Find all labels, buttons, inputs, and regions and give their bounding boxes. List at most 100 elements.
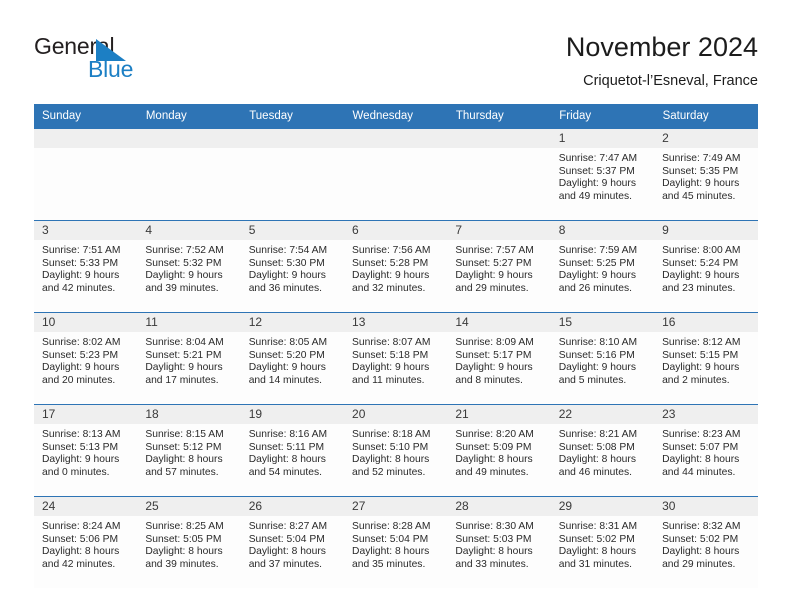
calendar-day-cell[interactable]: 19 Sunrise: 8:16 AM Sunset: 5:11 PM Dayligh… <box>240 404 345 497</box>
day-number: 25 <box>137 497 241 516</box>
daylight-text: Daylight: 8 hours <box>248 546 326 558</box>
daylight-text: Daylight: 8 hours <box>352 546 430 558</box>
calendar-day-cell[interactable]: 26 Sunrise: 8:27 AM Sunset: 5:04 PM Dayligh… <box>240 496 345 588</box>
day-cell-inner <box>344 129 448 220</box>
calendar-day-cell[interactable]: 6 Sunrise: 7:56 AM Sunset: 5:28 PM Daylight… <box>344 220 448 313</box>
day-number: 14 <box>447 313 551 332</box>
day-sun-info: Sunrise: 7:57 AM Sunset: 5:27 PM Daylight:… <box>447 240 550 295</box>
sunset-text: Sunset: 5:11 PM <box>248 441 325 453</box>
sunrise-text: Sunrise: 8:07 AM <box>352 337 431 348</box>
daylight-text: and 29 minutes. <box>455 282 529 294</box>
general-blue-logo[interactable]: General Blue <box>34 33 164 85</box>
daylight-text: Daylight: 9 hours <box>42 362 120 374</box>
day-number: 16 <box>654 313 758 332</box>
calendar-week-row: 3 Sunrise: 7:51 AM Sunset: 5:33 PM Daylight… <box>34 220 758 313</box>
day-sun-info: Sunrise: 7:59 AM Sunset: 5:25 PM Daylight:… <box>551 240 654 295</box>
day-sun-info: Sunrise: 7:54 AM Sunset: 5:30 PM Daylight:… <box>241 240 344 295</box>
sunrise-text: Sunrise: 8:15 AM <box>145 429 224 440</box>
day-cell-inner: 8 Sunrise: 7:59 AM Sunset: 5:25 PM Daylight… <box>550 221 655 312</box>
day-cell-inner: 24 Sunrise: 8:24 AM Sunset: 5:06 PM Dayligh… <box>34 497 138 588</box>
daylight-text: Daylight: 9 hours <box>145 362 223 374</box>
calendar-day-cell[interactable]: 2 Sunrise: 7:49 AM Sunset: 5:35 PM Daylight… <box>654 128 758 221</box>
day-sun-info: Sunrise: 8:09 AM Sunset: 5:17 PM Daylight:… <box>447 332 550 387</box>
calendar-day-cell[interactable]: 30 Sunrise: 8:32 AM Sunset: 5:02 PM Dayligh… <box>654 496 758 588</box>
daylight-text: and 20 minutes. <box>42 374 116 386</box>
calendar-day-cell[interactable]: 22 Sunrise: 8:21 AM Sunset: 5:08 PM Dayligh… <box>550 404 655 497</box>
daylight-text: Daylight: 8 hours <box>42 546 120 558</box>
calendar-day-cell[interactable]: 24 Sunrise: 8:24 AM Sunset: 5:06 PM Dayligh… <box>34 496 138 588</box>
calendar-body: 1 Sunrise: 7:47 AM Sunset: 5:37 PM Daylight… <box>34 128 758 588</box>
calendar-day-cell[interactable]: 7 Sunrise: 7:57 AM Sunset: 5:27 PM Daylight… <box>447 220 551 313</box>
sunset-text: Sunset: 5:03 PM <box>455 533 532 545</box>
day-number <box>240 129 345 148</box>
daylight-text: and 2 minutes. <box>662 374 730 386</box>
day-sun-info <box>34 148 137 153</box>
sunrise-text: Sunrise: 8:00 AM <box>662 245 741 256</box>
calendar-day-cell[interactable]: 9 Sunrise: 8:00 AM Sunset: 5:24 PM Daylight… <box>654 220 758 313</box>
calendar-day-cell[interactable]: 4 Sunrise: 7:52 AM Sunset: 5:32 PM Daylight… <box>137 220 241 313</box>
day-cell-inner: 10 Sunrise: 8:02 AM Sunset: 5:23 PM Dayligh… <box>34 313 138 404</box>
day-number: 24 <box>34 497 138 516</box>
calendar-day-cell[interactable]: 28 Sunrise: 8:30 AM Sunset: 5:03 PM Dayligh… <box>447 496 551 588</box>
day-cell-inner: 25 Sunrise: 8:25 AM Sunset: 5:05 PM Dayligh… <box>137 497 241 588</box>
calendar-empty-cell <box>240 128 345 221</box>
calendar-day-cell[interactable]: 14 Sunrise: 8:09 AM Sunset: 5:17 PM Dayligh… <box>447 312 551 405</box>
calendar-day-cell[interactable]: 25 Sunrise: 8:25 AM Sunset: 5:05 PM Dayligh… <box>137 496 241 588</box>
weekday-header-friday: Friday <box>550 104 655 129</box>
daylight-text: and 39 minutes. <box>145 558 219 570</box>
calendar-day-cell[interactable]: 10 Sunrise: 8:02 AM Sunset: 5:23 PM Dayligh… <box>34 312 138 405</box>
calendar-day-cell[interactable]: 12 Sunrise: 8:05 AM Sunset: 5:20 PM Dayligh… <box>240 312 345 405</box>
sunset-text: Sunset: 5:17 PM <box>455 349 532 361</box>
sunrise-text: Sunrise: 8:24 AM <box>42 521 121 532</box>
day-number: 20 <box>344 405 448 424</box>
calendar-day-cell[interactable]: 27 Sunrise: 8:28 AM Sunset: 5:04 PM Dayligh… <box>344 496 448 588</box>
daylight-text: and 46 minutes. <box>558 466 632 478</box>
daylight-text: and 26 minutes. <box>558 282 632 294</box>
day-cell-inner: 6 Sunrise: 7:56 AM Sunset: 5:28 PM Daylight… <box>344 221 448 312</box>
sunset-text: Sunset: 5:25 PM <box>558 257 635 269</box>
day-cell-inner: 17 Sunrise: 8:13 AM Sunset: 5:13 PM Dayligh… <box>34 405 138 496</box>
calendar-day-cell[interactable]: 20 Sunrise: 8:18 AM Sunset: 5:10 PM Dayligh… <box>344 404 448 497</box>
day-number: 6 <box>344 221 448 240</box>
title-block: November 2024 Criquetot-l’Esneval, Franc… <box>566 30 758 92</box>
day-number: 8 <box>550 221 655 240</box>
sunrise-text: Sunrise: 8:32 AM <box>662 521 741 532</box>
day-sun-info: Sunrise: 8:04 AM Sunset: 5:21 PM Daylight:… <box>137 332 240 387</box>
day-number: 17 <box>34 405 138 424</box>
calendar-day-cell[interactable]: 23 Sunrise: 8:23 AM Sunset: 5:07 PM Dayligh… <box>654 404 758 497</box>
calendar-day-cell[interactable]: 13 Sunrise: 8:07 AM Sunset: 5:18 PM Dayligh… <box>344 312 448 405</box>
daylight-text: Daylight: 9 hours <box>352 270 430 282</box>
calendar-day-cell[interactable]: 3 Sunrise: 7:51 AM Sunset: 5:33 PM Daylight… <box>34 220 138 313</box>
calendar-week-row: 17 Sunrise: 8:13 AM Sunset: 5:13 PM Dayligh… <box>34 404 758 497</box>
calendar-day-cell[interactable]: 5 Sunrise: 7:54 AM Sunset: 5:30 PM Daylight… <box>240 220 345 313</box>
location-subtitle: Criquetot-l’Esneval, France <box>583 73 758 89</box>
calendar-day-cell[interactable]: 18 Sunrise: 8:15 AM Sunset: 5:12 PM Dayligh… <box>137 404 241 497</box>
day-cell-inner <box>34 129 138 220</box>
day-cell-inner: 1 Sunrise: 7:47 AM Sunset: 5:37 PM Daylight… <box>550 129 655 220</box>
sunrise-text: Sunrise: 8:28 AM <box>352 521 431 532</box>
calendar-day-cell[interactable]: 1 Sunrise: 7:47 AM Sunset: 5:37 PM Daylight… <box>550 128 655 221</box>
sunset-text: Sunset: 5:16 PM <box>558 349 635 361</box>
calendar-day-cell[interactable]: 16 Sunrise: 8:12 AM Sunset: 5:15 PM Dayligh… <box>654 312 758 405</box>
daylight-text: Daylight: 9 hours <box>455 270 533 282</box>
sunset-text: Sunset: 5:15 PM <box>662 349 739 361</box>
daylight-text: and 32 minutes. <box>352 282 426 294</box>
daylight-text: and 54 minutes. <box>248 466 322 478</box>
sunrise-text: Sunrise: 8:02 AM <box>42 337 121 348</box>
calendar-day-cell[interactable]: 29 Sunrise: 8:31 AM Sunset: 5:02 PM Dayligh… <box>550 496 655 588</box>
day-number: 9 <box>654 221 758 240</box>
calendar-day-cell[interactable]: 11 Sunrise: 8:04 AM Sunset: 5:21 PM Dayligh… <box>137 312 241 405</box>
calendar-day-cell[interactable]: 17 Sunrise: 8:13 AM Sunset: 5:13 PM Dayligh… <box>34 404 138 497</box>
daylight-text: Daylight: 8 hours <box>558 546 636 558</box>
sunset-text: Sunset: 5:35 PM <box>662 165 739 177</box>
weekday-header-sunday: Sunday <box>34 104 138 129</box>
calendar-day-cell[interactable]: 15 Sunrise: 8:10 AM Sunset: 5:16 PM Dayligh… <box>550 312 655 405</box>
day-sun-info: Sunrise: 8:31 AM Sunset: 5:02 PM Daylight:… <box>551 516 654 571</box>
calendar-day-cell[interactable]: 21 Sunrise: 8:20 AM Sunset: 5:09 PM Dayligh… <box>447 404 551 497</box>
calendar-day-cell[interactable]: 8 Sunrise: 7:59 AM Sunset: 5:25 PM Daylight… <box>550 220 655 313</box>
day-number <box>137 129 241 148</box>
daylight-text: and 35 minutes. <box>352 558 426 570</box>
sunset-text: Sunset: 5:30 PM <box>248 257 325 269</box>
sunset-text: Sunset: 5:02 PM <box>558 533 635 545</box>
day-sun-info: Sunrise: 7:51 AM Sunset: 5:33 PM Daylight:… <box>34 240 137 295</box>
